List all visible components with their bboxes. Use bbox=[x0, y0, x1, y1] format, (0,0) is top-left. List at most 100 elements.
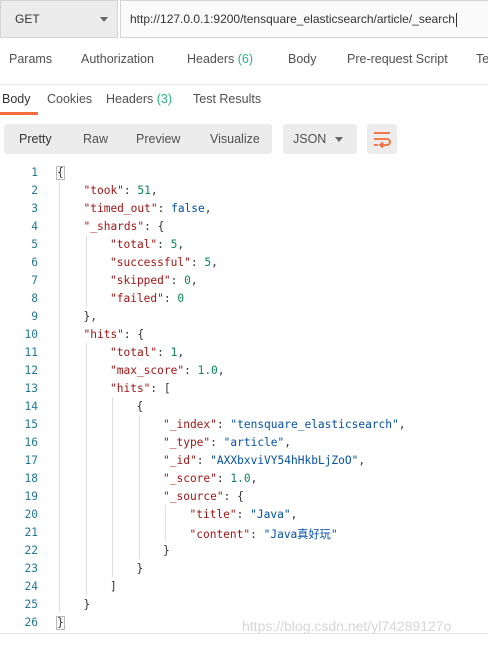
indent-guide bbox=[165, 505, 166, 541]
line-number: 19 bbox=[24, 490, 38, 503]
code-text: "took": 51, bbox=[83, 184, 158, 197]
line-number: 18 bbox=[24, 472, 38, 485]
request-tabs: Params Authorization Headers (6) Body Pr… bbox=[0, 52, 488, 80]
code-text: }, bbox=[83, 310, 97, 323]
code-text: "_id": "AXXbxviVY54hHkbLjZoO", bbox=[163, 454, 366, 467]
code-line: 21 "content": "Java真好玩" bbox=[0, 523, 488, 541]
view-raw-button[interactable]: Raw bbox=[83, 132, 108, 146]
code-line: 9}, bbox=[0, 307, 488, 325]
text-cursor bbox=[455, 12, 457, 27]
code-text: "_type": "article", bbox=[163, 436, 292, 449]
code-text: "max_score": 1.0, bbox=[110, 364, 225, 377]
view-mode-toolbar: Pretty Raw Preview Visualize bbox=[4, 124, 272, 154]
line-number: 1 bbox=[31, 166, 38, 179]
code-line: 2 "took": 51, bbox=[0, 181, 488, 199]
format-select[interactable]: JSON bbox=[283, 124, 357, 154]
tab-headers[interactable]: Headers (6) bbox=[187, 52, 253, 66]
code-line: 23} bbox=[0, 559, 488, 577]
response-tab-test-results[interactable]: Test Results bbox=[193, 92, 261, 106]
indent-guide bbox=[138, 415, 140, 559]
code-line: 17 "_id": "AXXbxviVY54hHkbLjZoO", bbox=[0, 451, 488, 469]
format-label: JSON bbox=[293, 132, 327, 146]
code-text: "total": 5, bbox=[110, 238, 185, 251]
method-label: GET bbox=[15, 12, 40, 26]
url-input[interactable]: http://127.0.0.1:9200/tensquare_elastics… bbox=[120, 0, 488, 38]
tab-params[interactable]: Params bbox=[9, 52, 52, 66]
code-text: "timed_out": false, bbox=[83, 202, 212, 215]
line-number: 7 bbox=[31, 274, 38, 287]
code-text: "successful": 5, bbox=[110, 256, 218, 269]
response-tab-headers[interactable]: Headers (3) bbox=[106, 92, 172, 106]
tab-pre-request-script[interactable]: Pre-request Script bbox=[347, 52, 448, 66]
method-select[interactable]: GET bbox=[0, 0, 118, 38]
indent-guide bbox=[85, 343, 87, 595]
code-line: 13 "hits": [ bbox=[0, 379, 488, 397]
code-line: 10 "hits": { bbox=[0, 325, 488, 343]
indent-guide bbox=[85, 235, 87, 307]
code-text: "_score": 1.0, bbox=[163, 472, 258, 485]
code-line: 20 "title": "Java", bbox=[0, 505, 488, 523]
code-line: 22} bbox=[0, 541, 488, 559]
view-visualize-button[interactable]: Visualize bbox=[210, 132, 260, 146]
code-text: } bbox=[136, 562, 144, 575]
response-headers-count: (3) bbox=[156, 92, 173, 106]
wrap-lines-icon bbox=[374, 132, 391, 149]
tab-authorization[interactable]: Authorization bbox=[81, 52, 154, 66]
line-number: 21 bbox=[24, 526, 38, 539]
tab-body[interactable]: Body bbox=[288, 52, 317, 66]
code-line: 3 "timed_out": false, bbox=[0, 199, 488, 217]
code-line: 12 "max_score": 1.0, bbox=[0, 361, 488, 379]
response-body-code[interactable]: 1{2 "took": 51, 3 "timed_out": false, 4 "_sha… bbox=[0, 163, 488, 633]
active-tab-indicator bbox=[0, 112, 38, 115]
tab-tests[interactable]: Te bbox=[476, 52, 488, 66]
response-tab-body[interactable]: Body bbox=[2, 92, 31, 106]
line-number: 24 bbox=[24, 580, 38, 593]
wrap-lines-button[interactable] bbox=[367, 124, 397, 154]
code-text: "skipped": 0, bbox=[110, 274, 198, 287]
url-text: http://127.0.0.1:9200/tensquare_elastics… bbox=[130, 12, 457, 27]
line-number: 20 bbox=[24, 508, 38, 521]
code-text: "_shards": { bbox=[83, 220, 165, 233]
code-line: 6 "successful": 5, bbox=[0, 253, 488, 271]
line-number: 3 bbox=[31, 202, 38, 215]
line-number: 26 bbox=[24, 616, 38, 629]
code-line: 4 "_shards": { bbox=[0, 217, 488, 235]
code-line: 19 "_source": { bbox=[0, 487, 488, 505]
code-text: "hits": { bbox=[83, 328, 145, 341]
code-line: 8 "failed": 0 bbox=[0, 289, 488, 307]
line-number: 6 bbox=[31, 256, 38, 269]
code-text: } bbox=[83, 598, 91, 611]
line-number: 8 bbox=[31, 292, 38, 305]
line-number: 2 bbox=[31, 184, 38, 197]
request-bar: GET http://127.0.0.1:9200/tensquare_elas… bbox=[0, 0, 488, 40]
matched-bracket-highlight bbox=[56, 166, 65, 180]
line-number: 10 bbox=[24, 328, 38, 341]
code-line: 24] bbox=[0, 577, 488, 595]
divider bbox=[0, 84, 488, 85]
line-number: 4 bbox=[31, 220, 38, 233]
line-number: 14 bbox=[24, 400, 38, 413]
line-number: 15 bbox=[24, 418, 38, 431]
code-line: 1{ bbox=[0, 163, 488, 181]
code-text: "_index": "tensquare_elasticsearch", bbox=[163, 418, 406, 431]
line-number: 13 bbox=[24, 382, 38, 395]
code-line: 15 "_index": "tensquare_elasticsearch", bbox=[0, 415, 488, 433]
headers-count: (6) bbox=[237, 52, 254, 66]
code-text: "content": "Java真好玩" bbox=[189, 528, 338, 541]
code-text: "title": "Java", bbox=[189, 508, 298, 521]
code-line: 25} bbox=[0, 595, 488, 613]
code-text: { bbox=[136, 400, 144, 413]
code-text: "total": 1, bbox=[110, 346, 185, 359]
line-number: 22 bbox=[24, 544, 38, 557]
code-line: 5 "total": 5, bbox=[0, 235, 488, 253]
response-tab-cookies[interactable]: Cookies bbox=[47, 92, 92, 106]
line-number: 9 bbox=[31, 310, 38, 323]
line-number: 5 bbox=[31, 238, 38, 251]
code-line: 7 "skipped": 0, bbox=[0, 271, 488, 289]
code-line: 11 "total": 1, bbox=[0, 343, 488, 361]
line-number: 23 bbox=[24, 562, 38, 575]
view-preview-button[interactable]: Preview bbox=[136, 132, 180, 146]
watermark-text: https://blog.csdn.net/yl74289127o bbox=[242, 618, 452, 634]
indent-guide bbox=[112, 397, 113, 577]
view-pretty-button[interactable]: Pretty bbox=[19, 132, 52, 146]
